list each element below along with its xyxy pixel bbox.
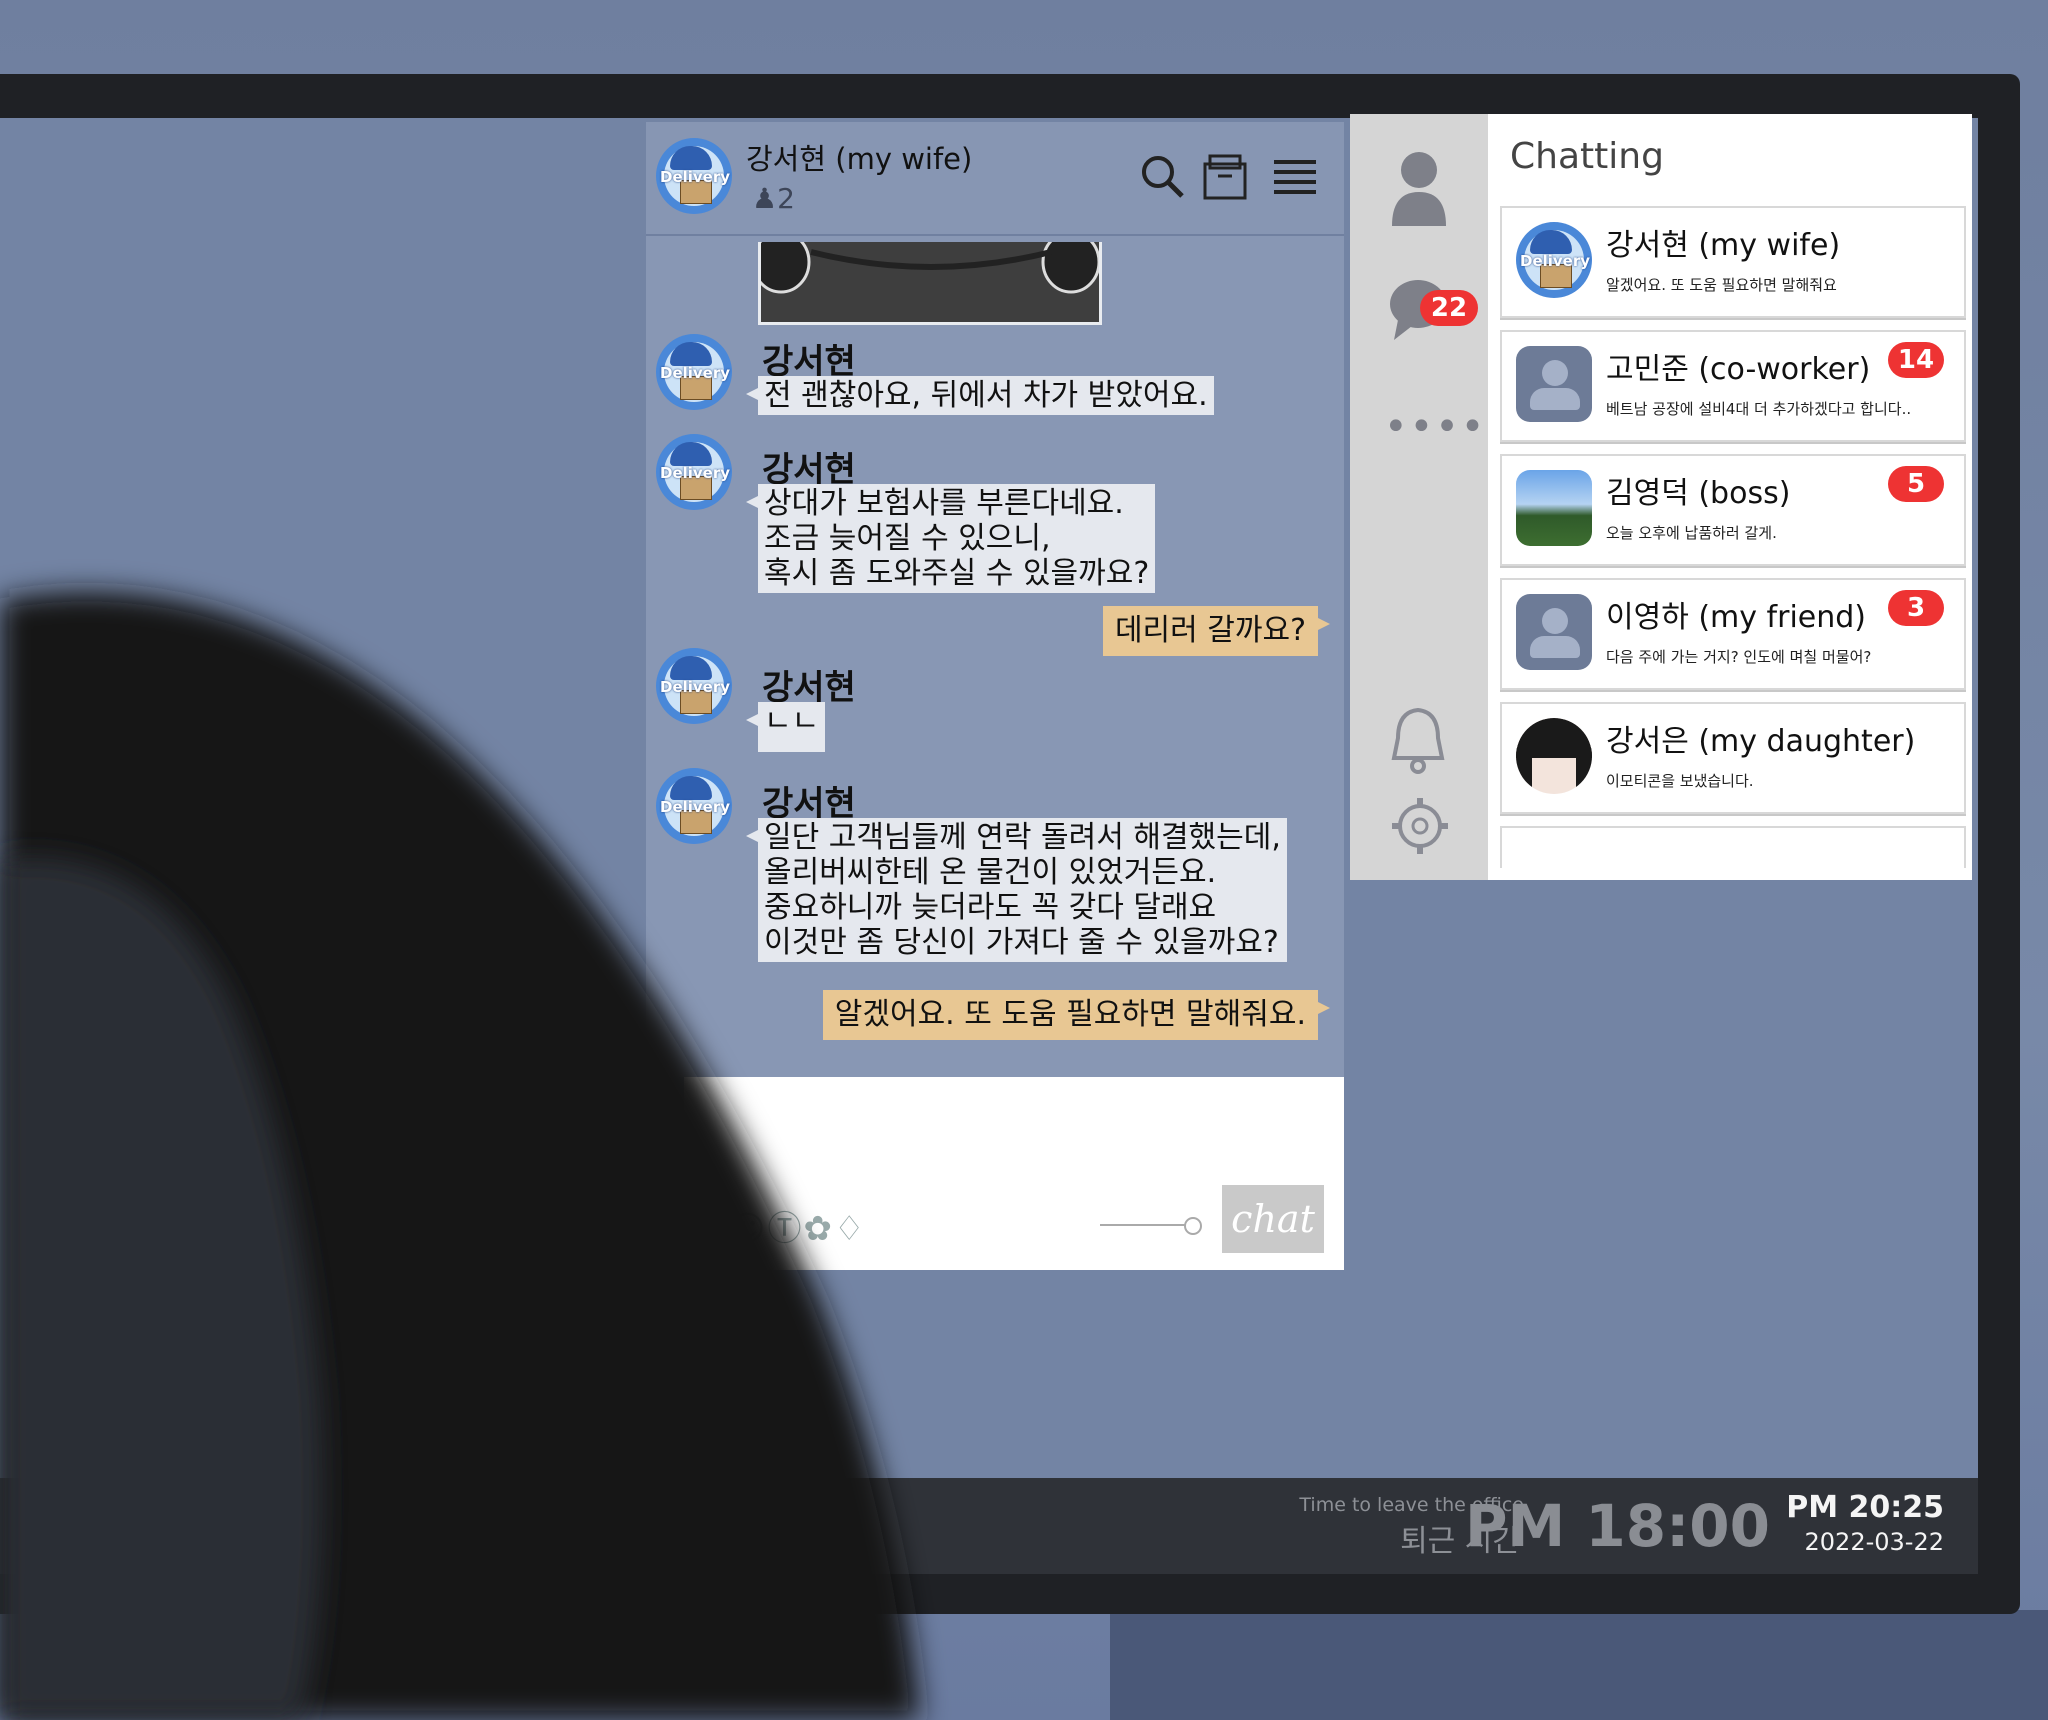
- last-message-preview: 오늘 오후에 납품하러 갈게.: [1606, 524, 1777, 542]
- unread-badge: 3: [1888, 590, 1944, 626]
- chat-header: Delivery 강서현 (my wife) ♟2: [646, 122, 1344, 236]
- search-icon[interactable]: [1138, 152, 1188, 202]
- message-bubble[interactable]: ㄴㄴ: [745, 702, 826, 752]
- sender-avatar[interactable]: Delivery: [656, 434, 732, 510]
- chat-list-panel: Chatting Delivery 강서현 (my wife) 알겠어요. 또 …: [1488, 114, 1972, 880]
- unread-badge: 5: [1888, 466, 1944, 502]
- chat-list-item[interactable]: 고민준 (co-worker) 베트남 공장에 설비4대 더 추가하겠다고 합니…: [1500, 330, 1966, 442]
- chat-window: Delivery 강서현 (my wife) ♟2 Delivery 강서현 전…: [646, 122, 1344, 1077]
- avatar-label: Delivery: [660, 364, 731, 382]
- contact-name: 강서현 (my wife): [1606, 228, 1841, 263]
- avatar-label: Delivery: [1520, 252, 1591, 270]
- money-icon[interactable]: Ⓣ: [767, 1209, 803, 1249]
- sender-avatar[interactable]: Delivery: [656, 768, 732, 844]
- clock-time[interactable]: PM 20:25: [1786, 1490, 1944, 1525]
- sender-avatar[interactable]: Delivery: [656, 334, 732, 410]
- member-count-value: 2: [777, 182, 795, 215]
- chat-avatar[interactable]: Delivery: [656, 138, 732, 214]
- chat-title: 강서현 (my wife): [746, 142, 973, 176]
- contact-avatar: [1516, 718, 1592, 794]
- friends-icon[interactable]: [1388, 148, 1450, 228]
- unread-badge: 14: [1888, 342, 1944, 378]
- chat-list-item[interactable]: 김영덕 (boss) 오늘 오후에 납품하러 갈게. 5: [1500, 454, 1966, 566]
- contact-avatar: [1516, 594, 1592, 670]
- last-message-preview: 이모티콘을 보냈습니다.: [1606, 772, 1754, 790]
- my-message-bubble[interactable]: 알겠어요. 또 도움 필요하면 말해줘요.: [822, 990, 1331, 1040]
- settings-gear-icon[interactable]: [1388, 794, 1452, 858]
- message-bubble[interactable]: 상대가 보험사를 부른다네요. 조금 늦어질 수 있으니, 혹시 좀 도와주실 …: [745, 484, 1156, 593]
- input-toolbar: ☺Ⓣ✿♢: [730, 1201, 866, 1250]
- contact-avatar: [1516, 346, 1592, 422]
- chat-list-item[interactable]: 이영하 (my friend) 다음 주에 가는 거지? 인도에 며칠 머물어?…: [1500, 578, 1966, 690]
- leave-time: PM 18:00: [1464, 1492, 1770, 1560]
- drawer-icon[interactable]: [1200, 152, 1250, 202]
- avatar-label: Delivery: [660, 168, 731, 186]
- contact-name: 강서은 (my daughter): [1606, 724, 1916, 759]
- last-message-preview: 알겠어요. 또 도움 필요하면 말해줘요: [1606, 276, 1837, 294]
- send-button[interactable]: chat: [1222, 1185, 1324, 1253]
- sender-avatar[interactable]: Delivery: [656, 648, 732, 724]
- chat-list-title: Chatting: [1510, 136, 1664, 177]
- more-icon[interactable]: ••••: [1384, 404, 1486, 450]
- bell-icon[interactable]: [1388, 704, 1448, 776]
- attach-slider-handle[interactable]: [1184, 1217, 1202, 1235]
- chat-unread-badge: 22: [1420, 290, 1478, 326]
- contact-name: 고민준 (co-worker): [1606, 352, 1871, 387]
- clock-date[interactable]: 2022-03-22: [1805, 1528, 1944, 1556]
- contact-avatar: [1516, 470, 1592, 546]
- emoji-icon[interactable]: ☺: [730, 1209, 767, 1249]
- person-icon: ♟: [752, 182, 778, 215]
- last-message-preview: 베트남 공장에 설비4대 더 추가하겠다고 합니다..: [1606, 400, 1912, 418]
- leaf-icon[interactable]: ✿: [803, 1209, 834, 1249]
- attach-slider-track: [1100, 1224, 1196, 1226]
- menu-icon[interactable]: [1270, 152, 1320, 202]
- app-sidebar: 22 ••••: [1350, 114, 1488, 880]
- contact-avatar: Delivery: [1516, 222, 1592, 298]
- photo-message[interactable]: [751, 230, 1102, 325]
- chat-list-item[interactable]: [1500, 826, 1966, 868]
- last-message-preview: 다음 주에 가는 거지? 인도에 며칠 머물어?: [1606, 648, 1872, 666]
- message-bubble[interactable]: 전 괜찮아요, 뒤에서 차가 받았어요.: [746, 376, 1214, 415]
- desk: [1110, 1610, 2048, 1720]
- pin-icon[interactable]: ♢: [834, 1209, 866, 1249]
- avatar-label: Delivery: [660, 678, 731, 696]
- contact-name: 이영하 (my friend): [1606, 600, 1867, 635]
- chat-list-item[interactable]: 강서은 (my daughter) 이모티콘을 보냈습니다.: [1500, 702, 1966, 814]
- avatar-label: Delivery: [660, 798, 731, 816]
- my-message-bubble[interactable]: 데리러 갈까요?: [1102, 606, 1331, 656]
- message-bubble[interactable]: 일단 고객님들께 연락 돌려서 해결했는데, 올리버씨한테 온 물건이 있었거든…: [746, 818, 1287, 962]
- chat-list-item[interactable]: Delivery 강서현 (my wife) 알겠어요. 또 도움 필요하면 말…: [1500, 206, 1966, 318]
- member-count: ♟2: [752, 182, 795, 215]
- contact-name: 김영덕 (boss): [1606, 476, 1791, 511]
- avatar-label: Delivery: [660, 464, 731, 482]
